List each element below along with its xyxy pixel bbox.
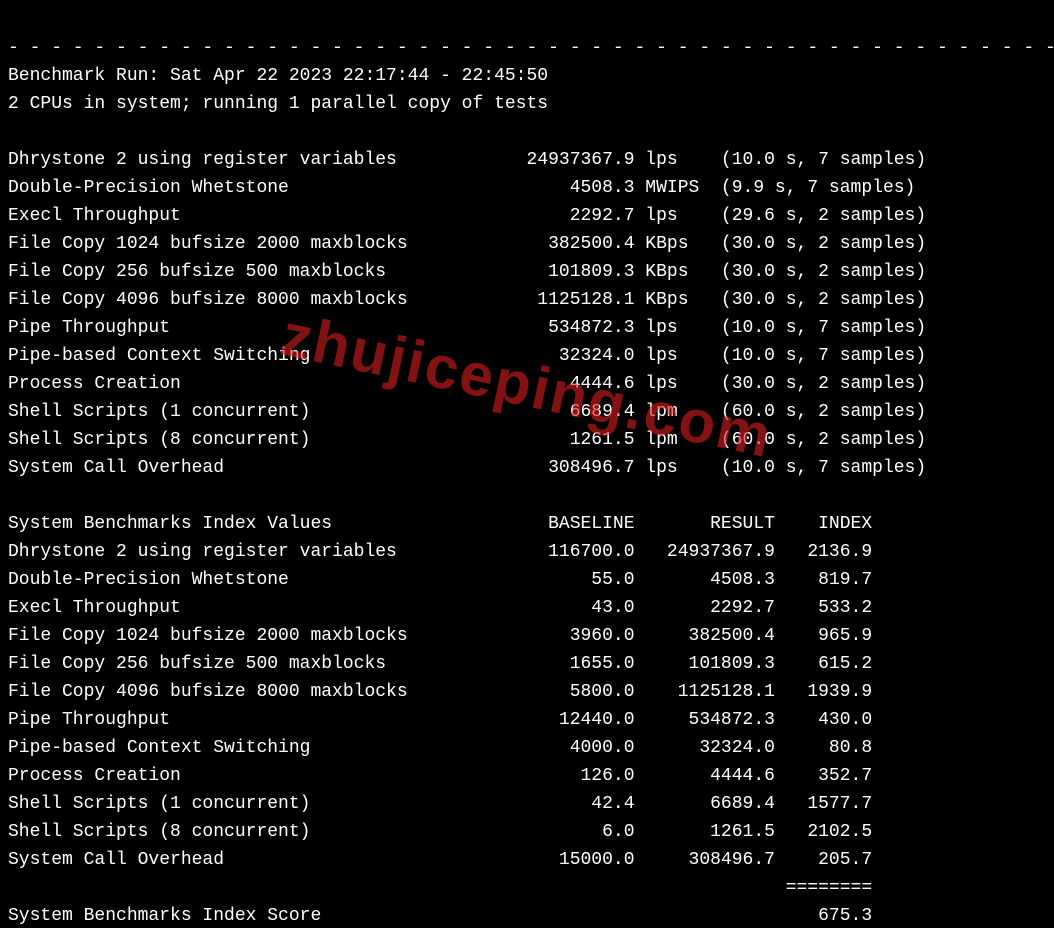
dash-line: - - - - - - - - - - - - - - - - - - - - … [8, 38, 1054, 58]
tests-block: Dhrystone 2 using register variables 249… [8, 150, 926, 478]
index-block: Dhrystone 2 using register variables 116… [8, 542, 872, 870]
benchmark-run-line: Benchmark Run: Sat Apr 22 2023 22:17:44 … [8, 66, 548, 86]
index-header: System Benchmarks Index Values BASELINE … [8, 514, 872, 534]
index-separator: ======== [8, 878, 872, 898]
terminal-output: - - - - - - - - - - - - - - - - - - - - … [0, 0, 1054, 928]
index-score-line: System Benchmarks Index Score 675.3 [8, 906, 872, 926]
cpu-info-line: 2 CPUs in system; running 1 parallel cop… [8, 94, 548, 114]
